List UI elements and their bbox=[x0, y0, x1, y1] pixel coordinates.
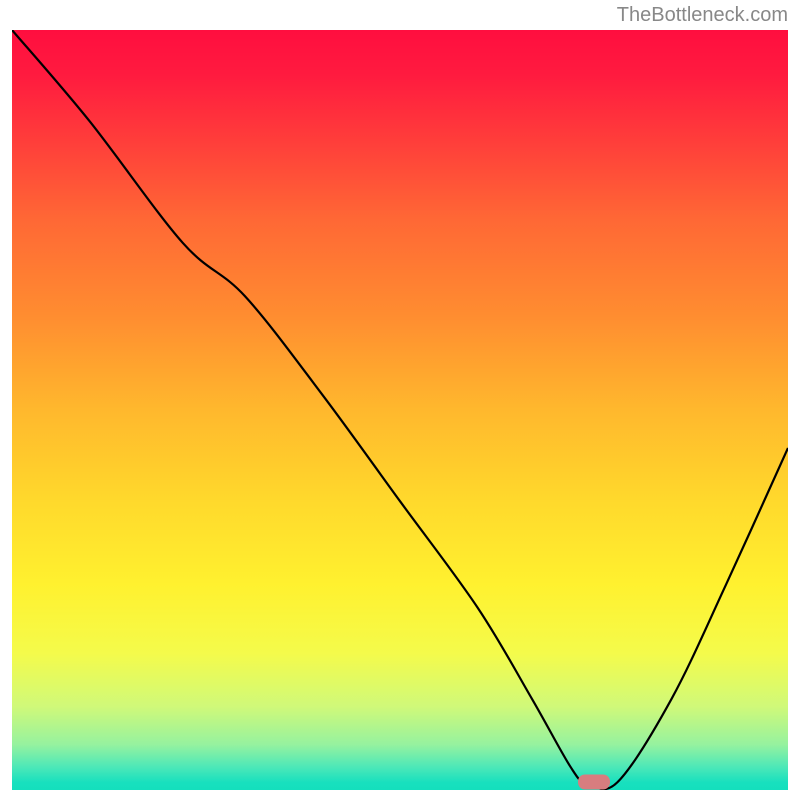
optimal-point-marker bbox=[578, 775, 610, 790]
chart-plot-area bbox=[12, 30, 788, 790]
attribution-text: TheBottleneck.com bbox=[617, 4, 788, 27]
chart-background-gradient bbox=[12, 30, 788, 790]
